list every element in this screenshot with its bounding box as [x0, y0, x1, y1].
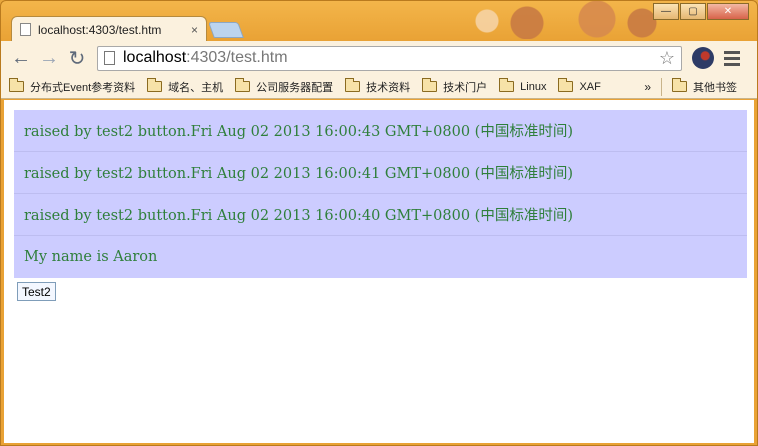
bookmark-folder[interactable]: 技术门户	[422, 78, 488, 95]
menu-icon[interactable]	[724, 50, 740, 66]
tab-close-icon[interactable]: ×	[191, 23, 198, 37]
bookmark-folder[interactable]: 分布式Event参考资料	[9, 78, 136, 95]
folder-icon	[558, 78, 574, 92]
toolbar: ← → ↻ localhost :4303/test.htm ☆	[1, 41, 757, 75]
folder-icon	[672, 78, 687, 92]
folder-icon	[147, 78, 163, 92]
folder-icon	[422, 78, 438, 92]
minimize-button[interactable]: —	[653, 3, 679, 20]
bookmark-label: 技术门户	[443, 81, 488, 94]
close-window-button[interactable]: ✕	[707, 3, 749, 20]
bookmark-label: XAF	[579, 80, 601, 93]
url-path: :4303/test.htm	[186, 49, 288, 66]
bookmark-label: 分布式Event参考资料	[30, 81, 136, 94]
bookmarks-divider	[661, 77, 662, 96]
folder-icon	[9, 78, 24, 92]
other-bookmarks-folder[interactable]: 其他书签	[672, 78, 737, 95]
other-bookmarks-label: 其他书签	[693, 81, 737, 94]
bookmark-folder[interactable]: XAF	[558, 78, 601, 93]
theme-art	[447, 1, 667, 39]
page-content: raised by test2 button.Fri Aug 02 2013 1…	[4, 100, 754, 443]
bookmark-folder[interactable]: 公司服务器配置	[235, 78, 334, 95]
bookmarks-bar: 分布式Event参考资料 域名、主机 公司服务器配置 技术资料 技术门户 Lin…	[1, 75, 757, 99]
bookmark-label: 公司服务器配置	[256, 81, 334, 94]
folder-icon	[345, 78, 361, 92]
message-row: My name is Aaron	[14, 236, 747, 278]
bookmarks-overflow-button[interactable]: »	[644, 80, 651, 94]
star-icon[interactable]: ☆	[659, 48, 675, 69]
browser-tab[interactable]: localhost:4303/test.htm ×	[11, 16, 207, 42]
bookmark-folder[interactable]: 技术资料	[345, 78, 411, 95]
bookmark-label: 技术资料	[366, 81, 411, 94]
document-icon	[104, 51, 115, 65]
bookmark-folder[interactable]: 域名、主机	[147, 78, 224, 95]
message-row: raised by test2 button.Fri Aug 02 2013 1…	[14, 194, 747, 236]
new-tab-button[interactable]	[208, 22, 244, 38]
reload-icon[interactable]: ↻	[63, 45, 91, 71]
bookmark-label: 域名、主机	[168, 81, 224, 94]
page-icon	[20, 23, 31, 36]
address-bar[interactable]: localhost :4303/test.htm ☆	[97, 45, 682, 71]
folder-icon	[235, 78, 251, 92]
window-controls: — ▢ ✕	[653, 3, 749, 20]
browser-window: — ▢ ✕ localhost:4303/test.htm × ← → ↻ lo…	[0, 0, 758, 446]
message-list: raised by test2 button.Fri Aug 02 2013 1…	[14, 110, 747, 278]
extension-icon[interactable]	[692, 47, 714, 69]
bookmark-label: Linux	[520, 80, 547, 93]
test2-button[interactable]: Test2	[17, 282, 56, 301]
message-row: raised by test2 button.Fri Aug 02 2013 1…	[14, 110, 747, 152]
url-host: localhost	[123, 49, 187, 66]
message-row: raised by test2 button.Fri Aug 02 2013 1…	[14, 152, 747, 194]
back-arrow-icon[interactable]: ←	[7, 45, 35, 71]
forward-arrow-icon[interactable]: →	[35, 45, 63, 71]
tab-title: localhost:4303/test.htm	[38, 22, 162, 37]
bookmark-folder[interactable]: Linux	[499, 78, 547, 93]
maximize-button[interactable]: ▢	[680, 3, 706, 20]
folder-icon	[499, 78, 515, 92]
